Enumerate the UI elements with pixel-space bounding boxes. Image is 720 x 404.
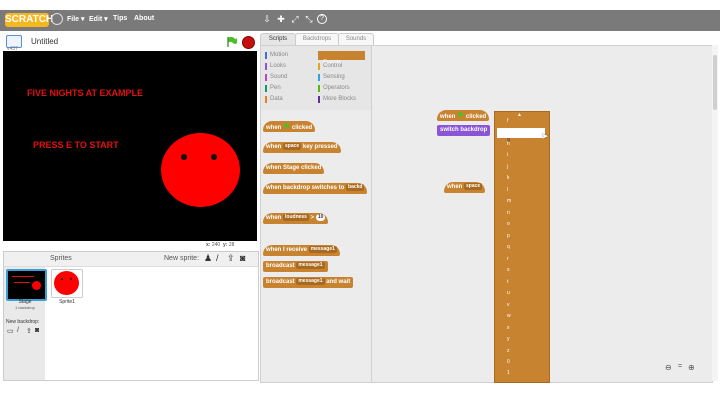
dropdown-option[interactable]: 0: [495, 359, 559, 365]
dropdown-option[interactable]: m: [495, 198, 559, 204]
block-palette: Motion Events Looks Control Sound Sensin…: [260, 45, 372, 383]
mouse-cursor-icon: ➤: [541, 131, 549, 141]
block-when-stage-clicked[interactable]: when Stage clicked: [263, 163, 325, 174]
camera-backdrop-icon[interactable]: ◙: [35, 327, 39, 334]
block-when-i-receive[interactable]: when I receive message1: [263, 245, 340, 256]
stage-start-text: PRESS E TO START: [33, 140, 119, 150]
dropdown-option[interactable]: l: [495, 187, 559, 193]
dropdown-option[interactable]: i: [495, 152, 559, 158]
sprite1-thumbnail[interactable]: [51, 269, 83, 298]
help-icon[interactable]: ?: [317, 14, 327, 24]
category-sound[interactable]: Sound: [265, 73, 287, 82]
category-pen[interactable]: Pen: [265, 84, 281, 93]
block-when-backdrop-switches[interactable]: when backdrop switches to backd: [263, 183, 368, 194]
category-control[interactable]: Control: [318, 62, 342, 71]
dropdown-option[interactable]: w: [495, 313, 559, 319]
sprite1-label: Sprite1: [59, 299, 75, 305]
dropdown-option[interactable]: x: [495, 325, 559, 331]
green-flag-icon: ⚑: [283, 122, 291, 131]
dropdown-option[interactable]: h: [495, 141, 559, 147]
sprites-label: Sprites: [50, 255, 72, 262]
category-list: Motion Events Looks Control Sound Sensin…: [261, 46, 371, 108]
dropdown-option[interactable]: f: [495, 118, 559, 124]
dropdown-option[interactable]: u: [495, 290, 559, 296]
sprite-eye-right: [211, 154, 217, 160]
menu-file[interactable]: File ▾: [67, 15, 85, 23]
dropdown-option[interactable]: v: [495, 302, 559, 308]
tab-scripts[interactable]: Scripts: [260, 33, 296, 45]
sprite-eye-left: [181, 154, 187, 160]
upload-backdrop-icon[interactable]: ⇪: [26, 327, 32, 335]
grow-icon[interactable]: ⤢: [290, 14, 300, 24]
duplicate-icon[interactable]: ⇩: [262, 14, 272, 24]
block-broadcast[interactable]: broadcast message1: [263, 261, 328, 272]
dropdown-option[interactable]: 1: [495, 370, 559, 376]
block-when-key-pressed[interactable]: when space key pressed: [263, 142, 341, 153]
tab-backdrops[interactable]: Backdrops: [295, 33, 339, 45]
dropdown-option[interactable]: o: [495, 221, 559, 227]
script-when-key-pressed[interactable]: when space: [444, 182, 486, 193]
stop-icon[interactable]: [242, 36, 255, 49]
script-when-flag-clicked[interactable]: when ⚑ clicked: [437, 110, 490, 121]
sprites-pane: Sprites New sprite: ♟ / ⇪ ◙ Stage 1 back…: [3, 251, 259, 381]
category-more-blocks[interactable]: More Blocks: [318, 95, 356, 104]
sprites-header: Sprites New sprite: ♟ / ⇪ ◙: [4, 252, 258, 267]
zoom-reset-button[interactable]: =: [678, 363, 682, 370]
block-when-loudness[interactable]: when loudness > 10: [263, 213, 329, 224]
menu-tips[interactable]: Tips: [113, 15, 127, 22]
project-title[interactable]: Untitled: [31, 37, 58, 46]
category-events-selected[interactable]: Events: [318, 51, 365, 66]
scripts-scrollbar[interactable]: [712, 45, 718, 381]
script-switch-backdrop[interactable]: switch backdrop: [437, 125, 491, 136]
green-flag-icon[interactable]: [226, 35, 238, 47]
dropdown-option[interactable]: p: [495, 233, 559, 239]
sprite-library-icon[interactable]: ♟: [204, 253, 212, 264]
scratch-logo[interactable]: SCRATCH: [5, 13, 53, 27]
stage-backdrop-count: 1 backdrop: [15, 305, 35, 310]
dropdown-option[interactable]: j: [495, 164, 559, 170]
mouse-coordinates: x: 240 y: 28: [206, 242, 235, 248]
key-dropdown-menu[interactable]: ▲ f g h i j k l m n o p q r s t u v w x …: [494, 111, 550, 383]
category-data[interactable]: Data: [265, 95, 283, 104]
category-operators[interactable]: Operators: [318, 84, 350, 93]
dropdown-option[interactable]: s: [495, 267, 559, 273]
menu-about[interactable]: About: [134, 15, 154, 22]
tab-sounds[interactable]: Sounds: [338, 33, 374, 45]
camera-icon[interactable]: ◙: [240, 253, 245, 263]
zoom-in-icon[interactable]: ⊕: [688, 363, 695, 372]
zoom-out-icon[interactable]: ⊖: [665, 363, 672, 372]
dropdown-option[interactable]: y: [495, 336, 559, 342]
dropdown-option[interactable]: k: [495, 175, 559, 181]
paint-sprite-icon[interactable]: /: [216, 253, 219, 263]
delete-icon[interactable]: ✚: [276, 14, 286, 24]
stage-thumbnail[interactable]: [6, 269, 47, 301]
dropdown-option[interactable]: r: [495, 256, 559, 262]
shrink-icon[interactable]: ⤡: [304, 14, 314, 24]
dropdown-option[interactable]: t: [495, 279, 559, 285]
category-sensing[interactable]: Sensing: [318, 73, 345, 82]
sprite-red-face[interactable]: [161, 133, 240, 207]
new-sprite-label: New sprite:: [164, 255, 200, 262]
backdrop-library-icon[interactable]: ▭: [7, 327, 14, 335]
top-menu-bar: SCRATCH File ▾ Edit ▾ Tips About ⇩ ✚ ⤢ ⤡…: [0, 10, 720, 31]
stage-title-text: FIVE NIGHTS AT EXAMPLE: [27, 88, 144, 98]
menu-edit[interactable]: Edit ▾: [89, 15, 108, 23]
dropdown-option-selected[interactable]: g: [497, 128, 545, 143]
new-backdrop-label: New backdrop:: [6, 319, 40, 325]
category-motion[interactable]: Motion: [265, 51, 288, 60]
dropdown-option[interactable]: z: [495, 348, 559, 354]
green-flag-icon: ⚑: [457, 111, 465, 120]
block-broadcast-and-wait[interactable]: broadcast message1 and wait: [263, 277, 354, 288]
dropdown-option[interactable]: q: [495, 244, 559, 250]
category-looks[interactable]: Looks: [265, 62, 286, 71]
stage-canvas[interactable]: FIVE NIGHTS AT EXAMPLE PRESS E TO START: [3, 51, 257, 241]
dropdown-option[interactable]: n: [495, 210, 559, 216]
paint-backdrop-icon[interactable]: /: [17, 327, 19, 334]
upload-sprite-icon[interactable]: ⇪: [227, 253, 235, 264]
language-globe-icon[interactable]: [51, 13, 63, 25]
block-when-flag-clicked[interactable]: when ⚑ clicked: [263, 121, 316, 132]
